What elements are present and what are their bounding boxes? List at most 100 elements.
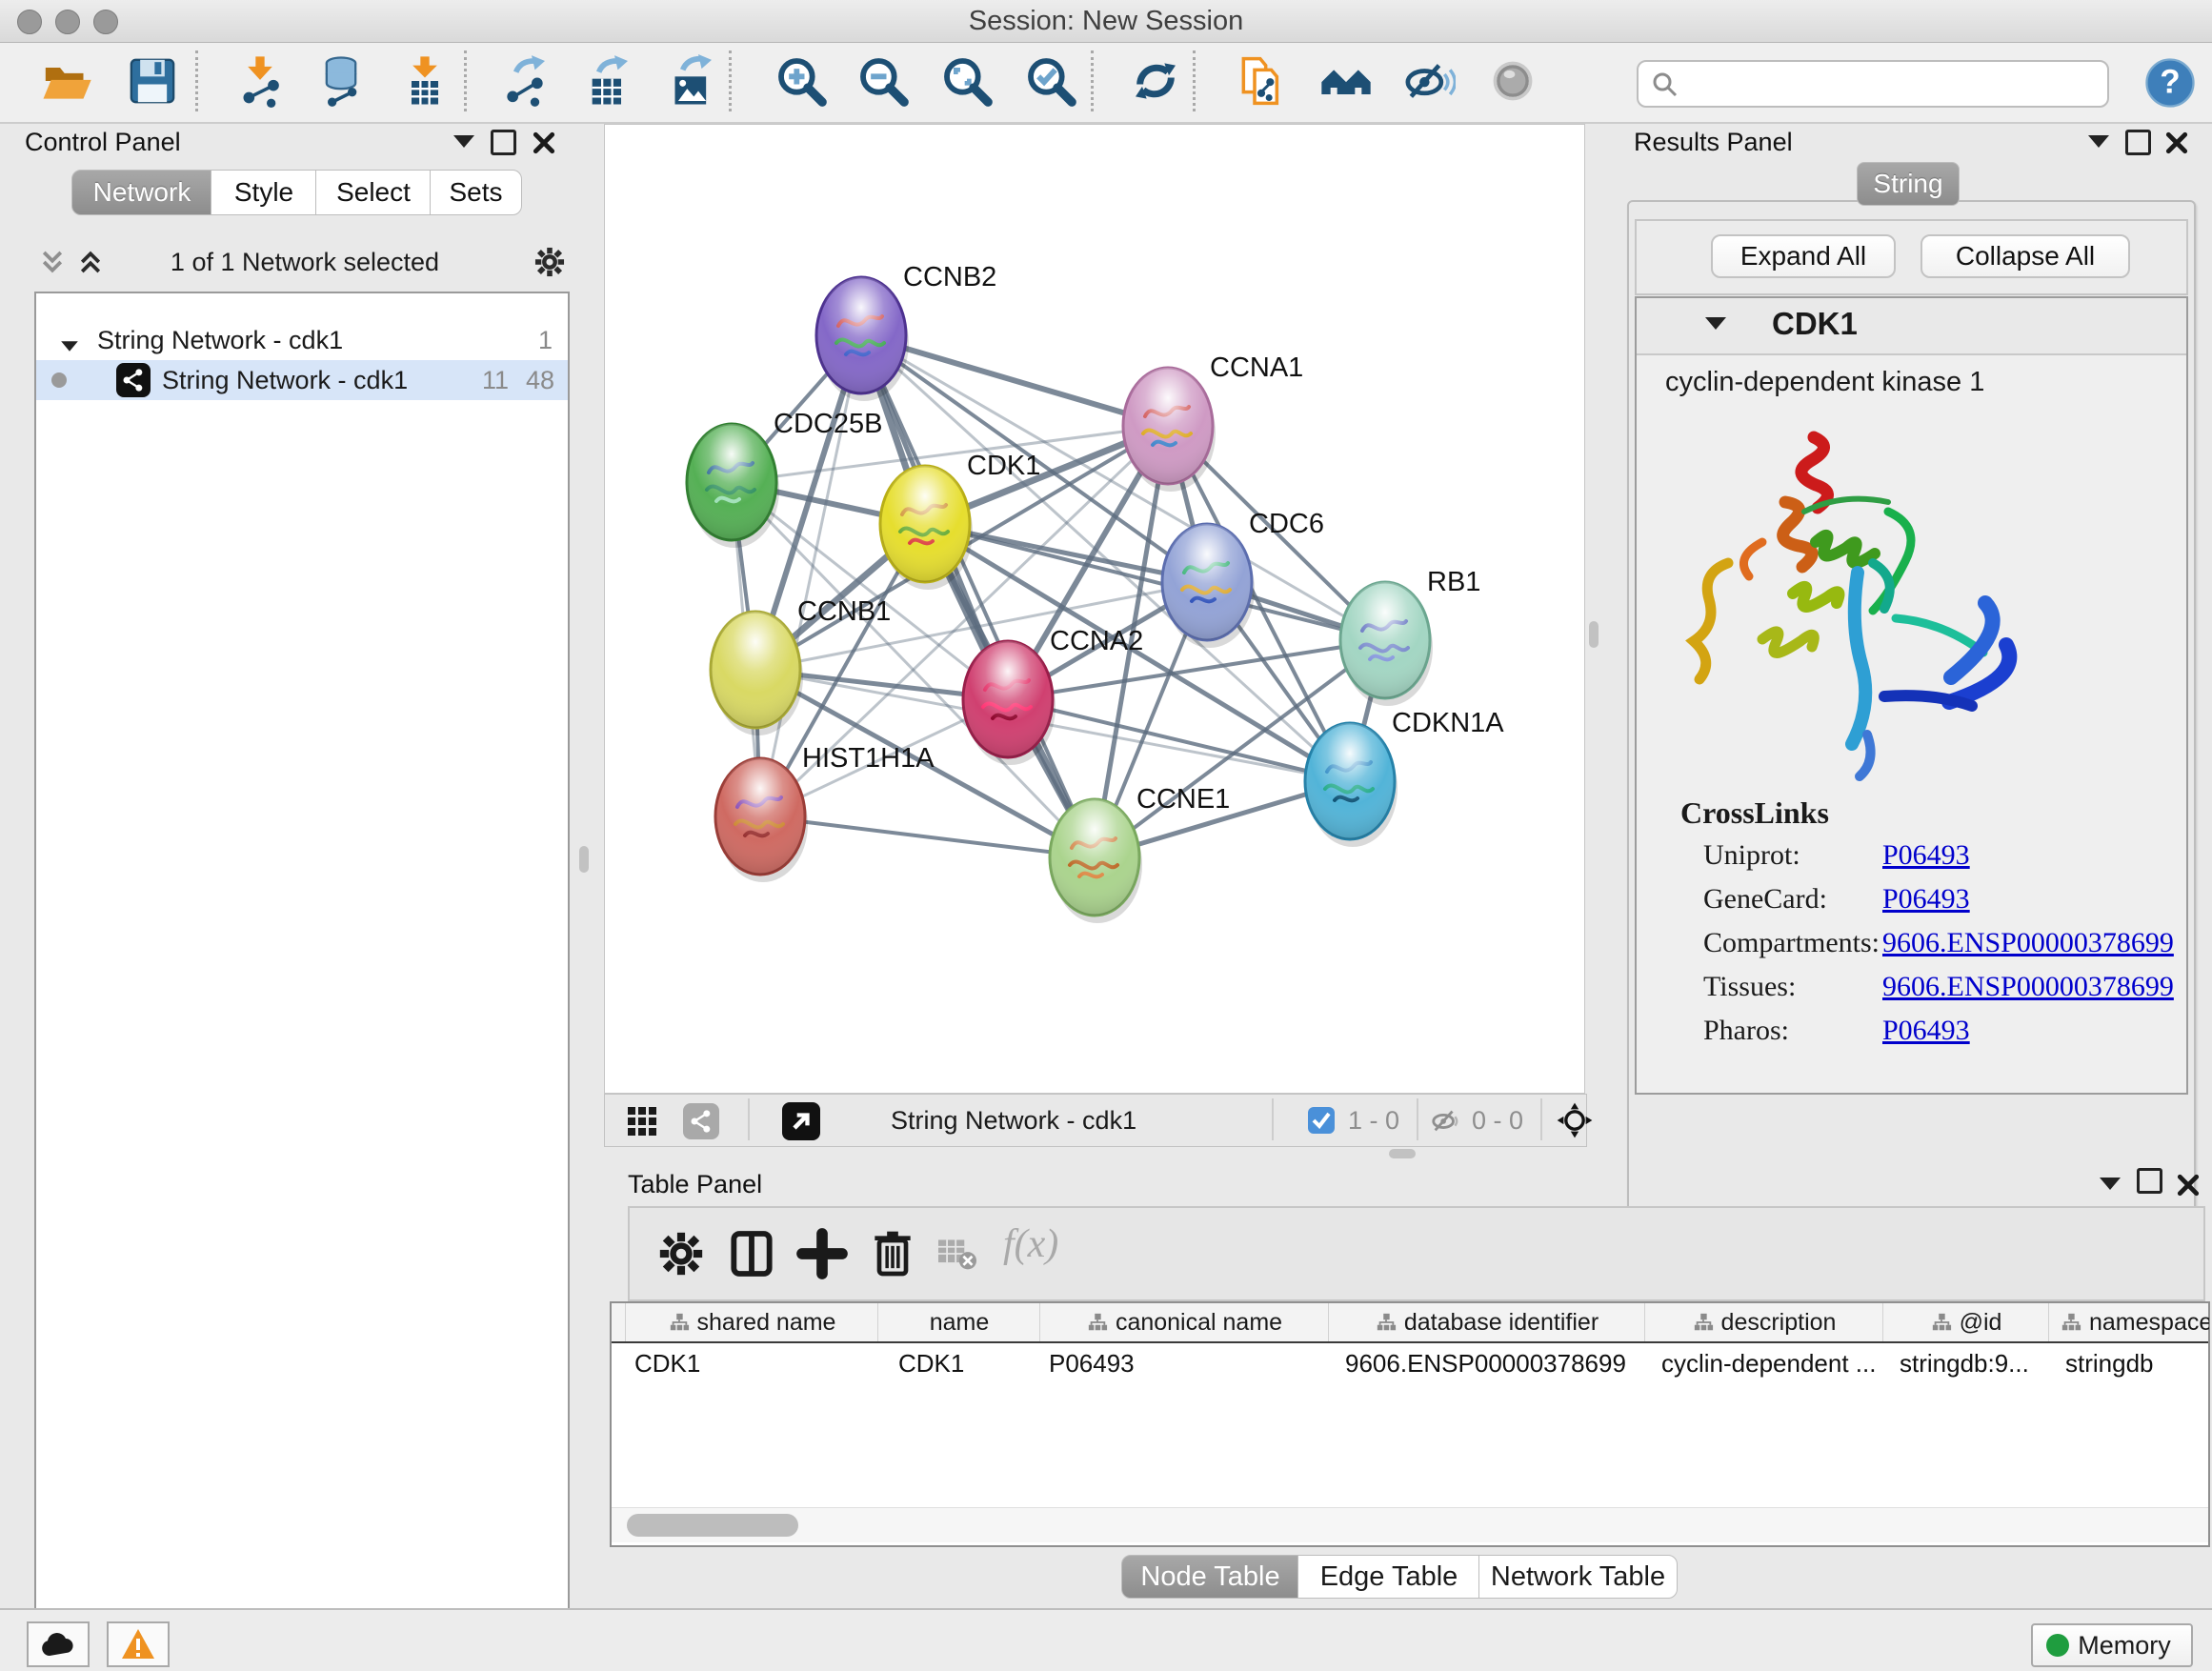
collection-expander-icon[interactable] <box>59 324 80 364</box>
column-header[interactable]: canonical name <box>1039 1303 1329 1341</box>
network-node-CDC6[interactable]: CDC6 <box>1162 509 1324 648</box>
crosslink-genecard-link[interactable]: P06493 <box>1882 883 1970 916</box>
tab-sets[interactable]: Sets <box>430 170 522 215</box>
tab-string[interactable]: String <box>1857 162 1960 206</box>
collapse-all-icon[interactable] <box>38 248 67 276</box>
tab-network-table[interactable]: Network Table <box>1478 1555 1678 1599</box>
refresh-icon[interactable] <box>1129 54 1182 108</box>
crosslink-uniprot-link[interactable]: P06493 <box>1882 839 1970 872</box>
control-panel-float-icon[interactable] <box>491 130 516 160</box>
tab-edge-table[interactable]: Edge Table <box>1297 1555 1480 1599</box>
export-network-icon[interactable] <box>498 54 552 108</box>
control-panel-close-icon[interactable] <box>532 131 556 155</box>
import-database-icon[interactable] <box>314 54 368 108</box>
zoom-selected-icon[interactable] <box>1024 54 1077 108</box>
table-cell[interactable]: stringdb:9... <box>1882 1345 2056 1381</box>
table-cell[interactable]: P06493 <box>1039 1345 1328 1381</box>
results-panel-close-icon[interactable] <box>2164 131 2189 155</box>
column-header[interactable]: name <box>877 1303 1040 1341</box>
bottom-splitter-handle[interactable] <box>1389 1149 1416 1158</box>
column-header[interactable]: database identifier <box>1328 1303 1645 1341</box>
crosslink-pharos-link[interactable]: P06493 <box>1882 1015 1970 1047</box>
first-neighbors-icon[interactable] <box>1319 54 1373 108</box>
hidden-eye-icon <box>1430 1107 1460 1134</box>
control-panel-menu-icon[interactable] <box>453 135 474 152</box>
table-cell[interactable]: 9606.ENSP00000378699 <box>1328 1345 1652 1381</box>
network-share-view-icon[interactable] <box>683 1103 719 1139</box>
table-panel-menu-icon[interactable] <box>2100 1178 2121 1195</box>
network-node-CDKN1A[interactable]: CDKN1A <box>1305 708 1504 847</box>
collapse-all-button[interactable]: Collapse All <box>1920 234 2130 278</box>
network-options-gear-icon[interactable] <box>532 244 568 280</box>
network-edge[interactable] <box>760 816 1095 857</box>
gene-section-header[interactable]: CDK1 <box>1637 298 2186 355</box>
column-header[interactable]: @id <box>1882 1303 2049 1341</box>
network-node-CCNB1[interactable]: CCNB1 <box>711 596 891 735</box>
import-table-icon[interactable] <box>398 54 452 108</box>
crosslink-tissues-link[interactable]: 9606.ENSP00000378699 <box>1882 971 2174 1003</box>
column-header[interactable]: shared name <box>625 1303 878 1341</box>
table-cell[interactable]: CDK1 <box>625 1345 877 1381</box>
export-image-icon[interactable] <box>665 54 718 108</box>
network-node-CCNA2[interactable]: CCNA2 <box>963 626 1143 765</box>
table-panel-close-icon[interactable] <box>2176 1173 2201 1198</box>
network-node-CDC25B[interactable]: CDC25B <box>687 409 882 548</box>
table-cell[interactable]: CDK1 <box>877 1345 1051 1381</box>
zoom-in-icon[interactable] <box>774 54 828 108</box>
warning-button[interactable] <box>107 1621 170 1667</box>
tab-select[interactable]: Select <box>315 170 432 215</box>
network-node-HIST1H1A[interactable]: HIST1H1A <box>715 743 935 882</box>
grid-view-icon[interactable] <box>626 1105 658 1137</box>
results-panel-menu-icon[interactable] <box>2088 135 2109 152</box>
network-node-CDK1[interactable]: CDK1 <box>880 451 1040 590</box>
column-header[interactable]: description <box>1644 1303 1883 1341</box>
tab-node-table[interactable]: Node Table <box>1121 1555 1299 1599</box>
delete-column-icon[interactable] <box>866 1227 919 1280</box>
network-node-CCNB2[interactable]: CCNB2 <box>816 262 996 401</box>
minimize-window-icon[interactable] <box>55 10 80 34</box>
crosslink-compartments-link[interactable]: 9606.ENSP00000378699 <box>1882 927 2174 959</box>
selected-nodes-checkbox-icon[interactable] <box>1308 1107 1335 1134</box>
zoom-fit-icon[interactable] <box>940 54 994 108</box>
hide-selected-icon[interactable] <box>1402 54 1456 108</box>
scrollbar-thumb[interactable] <box>627 1514 798 1537</box>
create-column-icon[interactable] <box>795 1227 849 1280</box>
export-table-icon[interactable] <box>581 54 634 108</box>
network-graph[interactable]: CCNB2CCNA1CDC25BCDK1CDC6RB1CCNB1CCNA2CDK… <box>605 125 1584 1093</box>
table-cell[interactable]: stringdb <box>2048 1345 2212 1381</box>
network-row-selected[interactable]: String Network - cdk1 11 48 <box>36 360 568 400</box>
network-node-RB1[interactable]: RB1 <box>1340 567 1480 706</box>
cloud-button[interactable] <box>27 1621 90 1667</box>
search-input[interactable] <box>1688 64 2092 102</box>
gene-expander-icon[interactable] <box>1705 317 1726 334</box>
column-header[interactable]: namespace <box>2048 1303 2209 1341</box>
copy-style-icon[interactable] <box>1235 54 1288 108</box>
table-settings-gear-icon[interactable] <box>654 1227 708 1280</box>
zoom-window-icon[interactable] <box>93 10 118 34</box>
memory-button[interactable]: Memory <box>2031 1623 2193 1667</box>
network-collection-row[interactable]: String Network - cdk1 1 <box>36 320 568 360</box>
expand-all-button[interactable]: Expand All <box>1711 234 1896 278</box>
help-icon[interactable]: ? <box>2143 56 2197 110</box>
tab-network[interactable]: Network <box>71 170 212 215</box>
table-panel-float-icon[interactable] <box>2137 1168 2162 1198</box>
close-window-icon[interactable] <box>17 10 42 34</box>
save-session-icon[interactable] <box>126 54 179 108</box>
network-edge[interactable] <box>861 335 1095 857</box>
fit-content-crosshair-icon[interactable] <box>1556 1101 1594 1139</box>
show-columns-icon[interactable] <box>725 1227 778 1280</box>
birdseye-view-icon[interactable] <box>782 1102 820 1140</box>
table-horizontal-scrollbar[interactable] <box>612 1507 2208 1542</box>
expand-all-icon[interactable] <box>76 248 105 276</box>
right-splitter-handle[interactable] <box>1589 621 1599 648</box>
network-canvas[interactable]: CCNB2CCNA1CDC25BCDK1CDC6RB1CCNB1CCNA2CDK… <box>604 124 1585 1094</box>
left-splitter-handle[interactable] <box>579 846 589 873</box>
open-session-icon[interactable] <box>40 54 93 108</box>
network-node-CCNE1[interactable]: CCNE1 <box>1050 784 1230 923</box>
tab-style[interactable]: Style <box>211 170 317 215</box>
zoom-out-icon[interactable] <box>856 54 910 108</box>
table-cell[interactable]: cyclin-dependent ... <box>1644 1345 1890 1381</box>
import-network-icon[interactable] <box>233 54 287 108</box>
show-preview-icon[interactable] <box>1486 54 1539 108</box>
results-panel-float-icon[interactable] <box>2125 130 2151 160</box>
